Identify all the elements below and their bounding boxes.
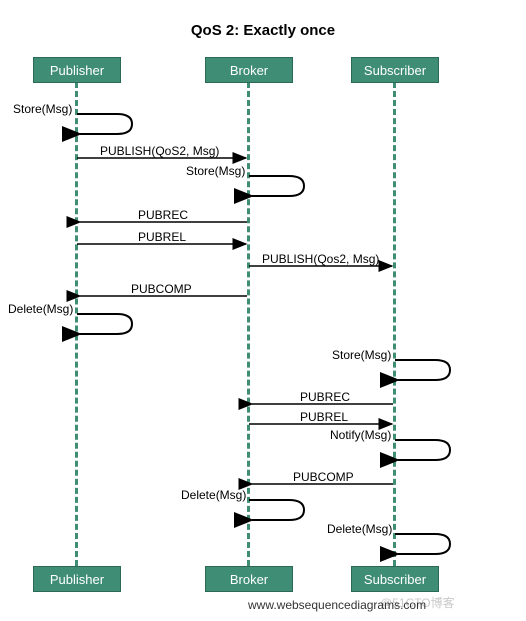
- label-publish-bs: PUBLISH(Qos2, Msg): [262, 252, 379, 266]
- label-pubcomp-bp: PUBCOMP: [131, 282, 192, 296]
- arrows-layer: [0, 0, 526, 621]
- label-store-publisher: Store(Msg): [13, 102, 72, 116]
- label-pubrel-pb: PUBREL: [138, 230, 186, 244]
- label-delete-publisher: Delete(Msg): [8, 302, 73, 316]
- label-store-broker: Store(Msg): [186, 164, 245, 178]
- label-pubrec-bp: PUBREC: [138, 208, 188, 222]
- label-publish-pb: PUBLISH(QoS2, Msg): [100, 144, 219, 158]
- label-delete-subscriber: Delete(Msg): [327, 522, 392, 536]
- label-pubcomp-sb: PUBCOMP: [293, 470, 354, 484]
- label-pubrel-bs: PUBREL: [300, 410, 348, 424]
- footer-credit: www.websequencediagrams.com: [248, 598, 426, 612]
- label-delete-broker: Delete(Msg): [181, 488, 246, 502]
- sequence-diagram: QoS 2: Exactly once Publisher Broker Sub…: [0, 0, 526, 621]
- label-pubrec-sb: PUBREC: [300, 390, 350, 404]
- label-store-subscriber: Store(Msg): [332, 348, 391, 362]
- label-notify-subscriber: Notify(Msg): [330, 428, 391, 442]
